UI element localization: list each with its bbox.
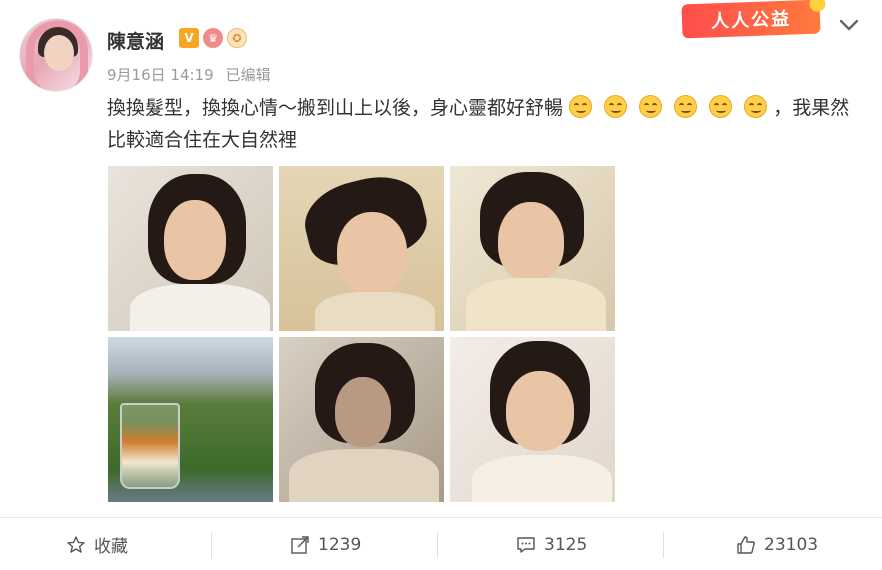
vip-crown-icon[interactable]: ♛ [203, 28, 223, 48]
repost-count: 1239 [318, 534, 362, 555]
post-text: 換換髮型，換換心情～搬到山上以後，身心靈都好舒暢 ，我果然比較適合住在大自然裡 [107, 92, 862, 156]
comment-icon [517, 536, 535, 553]
like-count: 23103 [764, 534, 819, 555]
chevron-down-icon[interactable] [836, 14, 862, 36]
favorite-label: 收藏 [94, 537, 128, 557]
username[interactable]: 陳意涵 [107, 27, 164, 54]
medal-icon[interactable]: ✪ [227, 28, 247, 48]
photo-4[interactable] [108, 337, 273, 502]
photo-3[interactable] [450, 166, 615, 331]
divider [437, 532, 438, 558]
divider [663, 532, 664, 558]
photo-6[interactable] [450, 337, 615, 502]
post-text-part1: 換換髮型，換換心情～搬到山上以後，身心靈都好舒暢 [107, 97, 564, 119]
comment-button[interactable]: 3125 [516, 518, 587, 570]
repost-button[interactable]: 1239 [290, 518, 361, 570]
divider [211, 532, 212, 558]
like-button[interactable]: 23103 [736, 518, 818, 570]
action-bar: 收藏 1239 3125 23103 [0, 517, 882, 570]
charity-banner-label: 人人公益 [710, 8, 792, 33]
relieved-emoji-icon [674, 95, 698, 118]
edited-label[interactable]: 已编辑 [226, 64, 271, 85]
sun-icon [809, 0, 826, 12]
post-meta: 9月16日 14:19 已编辑 [107, 64, 271, 85]
relieved-emoji-icon [709, 95, 733, 118]
share-icon [291, 535, 309, 554]
avatar[interactable] [19, 18, 93, 92]
post-time[interactable]: 9月16日 14:19 [107, 64, 214, 85]
comment-count: 3125 [544, 534, 588, 555]
user-badges: V ♛ ✪ [179, 28, 247, 48]
photo-5[interactable] [279, 337, 444, 502]
thumbs-up-icon [737, 535, 755, 554]
star-icon [67, 535, 85, 553]
photo-1[interactable] [108, 166, 273, 331]
smile-emoji-icon [639, 95, 663, 118]
charity-banner[interactable]: 人人公益 [681, 0, 826, 39]
photo-2[interactable] [279, 166, 444, 331]
smile-emoji-icon [569, 95, 593, 118]
verified-v-icon[interactable]: V [179, 28, 199, 48]
smile-emoji-icon [604, 95, 628, 118]
favorite-button[interactable]: 收藏 [66, 518, 128, 570]
relieved-emoji-icon [744, 95, 768, 118]
